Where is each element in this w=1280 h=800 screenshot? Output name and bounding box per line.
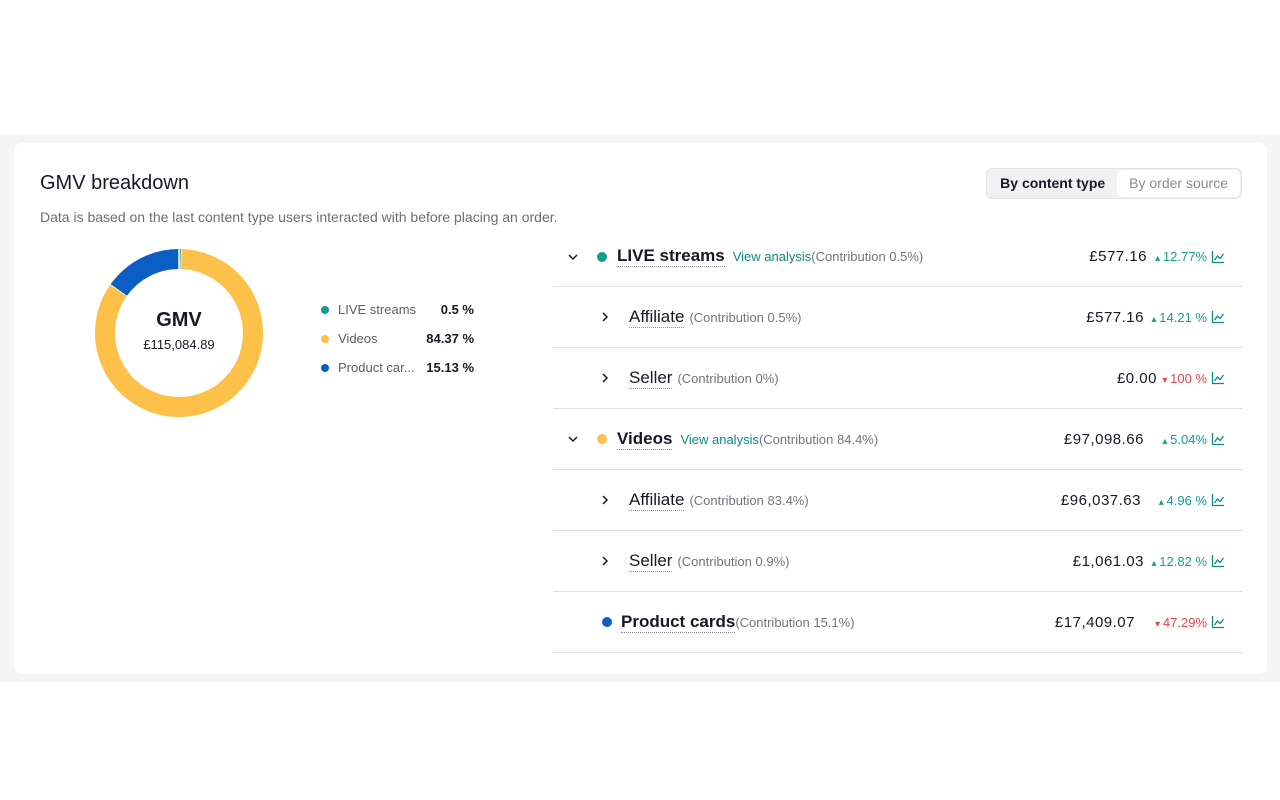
- row-change: ▾ 47.29%: [1155, 614, 1207, 630]
- view-analysis-link[interactable]: View analysis: [680, 432, 759, 447]
- trend-chart-icon[interactable]: [1211, 554, 1225, 568]
- legend-item-product-cards: Product car... 15.13 %: [321, 353, 481, 382]
- legend-label: Videos: [338, 331, 378, 346]
- product-cards-dot: [602, 617, 612, 627]
- row-contribution: (Contribution 83.4%): [689, 492, 809, 508]
- legend-item-videos: Videos 84.37 %: [321, 324, 481, 353]
- product-cards-dot: [321, 363, 329, 372]
- table-row-live-streams: LIVE streams View analysis (Contribution…: [553, 227, 1243, 287]
- legend-value: 15.13 %: [426, 360, 474, 375]
- live-streams-dot: [597, 251, 607, 262]
- gmv-breakdown-card: GMV breakdown Data is based on the last …: [14, 143, 1267, 674]
- row-contribution: (Contribution 0%): [677, 370, 779, 386]
- row-name[interactable]: Seller: [629, 368, 673, 389]
- caret-down-icon: ▾: [1162, 374, 1171, 386]
- chevron-right-icon[interactable]: [597, 553, 613, 569]
- row-amount: £577.16: [1089, 248, 1147, 265]
- chevron-down-icon[interactable]: [565, 431, 581, 447]
- caret-up-icon: ▴: [1158, 496, 1167, 508]
- by-order-source-tab[interactable]: By order source: [1117, 170, 1240, 197]
- legend-item-live-streams: LIVE streams 0.5 %: [321, 295, 481, 324]
- row-change: ▴ 14.21 %: [1151, 309, 1207, 325]
- row-change: ▴ 12.82 %: [1151, 553, 1207, 569]
- breakdown-toggle: By content type By order source: [986, 168, 1242, 199]
- donut-label: GMV: [156, 308, 202, 331]
- legend-value: 84.37 %: [426, 331, 474, 346]
- row-change: ▴ 5.04%: [1162, 431, 1207, 447]
- row-name[interactable]: Product cards: [621, 612, 736, 633]
- by-content-type-tab[interactable]: By content type: [988, 170, 1118, 197]
- row-contribution: (Contribution 0.9%): [677, 553, 790, 569]
- card-subtitle: Data is based on the last content type u…: [40, 209, 558, 225]
- caret-down-icon: ▾: [1155, 618, 1163, 630]
- row-amount: £577.16: [1086, 308, 1144, 326]
- row-change: ▴ 12.77%: [1155, 249, 1207, 264]
- table-row-live-seller: Seller (Contribution 0%) £0.00 ▾ 100 %: [553, 348, 1243, 409]
- row-name[interactable]: Affiliate: [629, 490, 685, 511]
- videos-dot: [321, 334, 329, 343]
- trend-chart-icon[interactable]: [1211, 250, 1225, 264]
- row-name[interactable]: LIVE streams: [617, 246, 725, 267]
- caret-up-icon: ▴: [1162, 435, 1171, 447]
- row-name[interactable]: Videos: [617, 429, 673, 450]
- chevron-right-icon[interactable]: [597, 309, 613, 325]
- legend-label: LIVE streams: [338, 302, 417, 317]
- donut-total-value: £115,084.89: [143, 336, 215, 352]
- row-contribution: (Contribution 84.4%): [758, 431, 879, 447]
- chevron-down-icon[interactable]: [565, 249, 581, 265]
- row-amount: £97,098.66: [1063, 430, 1144, 448]
- row-contribution: (Contribution 0.5%): [689, 309, 802, 325]
- donut-legend: LIVE streams 0.5 % Videos 84.37 % Produc…: [321, 295, 481, 382]
- row-contribution: (Contribution 15.1%): [735, 614, 855, 630]
- row-change: ▾ 100 %: [1162, 370, 1207, 386]
- live-streams-dot: [321, 305, 329, 314]
- trend-chart-icon[interactable]: [1211, 310, 1225, 324]
- table-row-videos: Videos View analysis (Contribution 84.4%…: [553, 409, 1243, 470]
- chevron-right-icon[interactable]: [597, 370, 613, 386]
- gmv-breakdown-table: LIVE streams View analysis (Contribution…: [553, 227, 1243, 653]
- table-row-videos-seller: Seller (Contribution 0.9%) £1,061.03 ▴ 1…: [553, 531, 1243, 592]
- videos-dot: [597, 434, 607, 444]
- row-amount: £96,037.63: [1060, 491, 1141, 509]
- donut-center: GMV £115,084.89: [94, 248, 264, 418]
- legend-label: Product car...: [338, 360, 415, 375]
- view-analysis-link[interactable]: View analysis: [733, 249, 812, 264]
- trend-chart-icon[interactable]: [1211, 493, 1225, 507]
- table-row-product-cards: Product cards (Contribution 15.1%) £17,4…: [553, 592, 1243, 653]
- table-row-videos-affiliate: Affiliate (Contribution 83.4%) £96,037.6…: [553, 470, 1243, 531]
- legend-value: 0.5 %: [440, 302, 474, 317]
- trend-chart-icon[interactable]: [1211, 615, 1225, 629]
- row-amount: £1,061.03: [1072, 552, 1144, 570]
- row-contribution: (Contribution 0.5%): [811, 249, 924, 264]
- table-row-live-affiliate: Affiliate (Contribution 0.5%) £577.16 ▴ …: [553, 287, 1243, 348]
- caret-up-icon: ▴: [1155, 253, 1163, 264]
- row-change: ▴ 4.96 %: [1158, 492, 1207, 508]
- row-name[interactable]: Seller: [629, 551, 673, 572]
- chevron-right-icon[interactable]: [597, 492, 613, 508]
- row-name[interactable]: Affiliate: [629, 307, 685, 328]
- card-title: GMV breakdown: [40, 172, 189, 194]
- trend-chart-icon[interactable]: [1211, 432, 1225, 446]
- row-amount: £17,409.07: [1054, 613, 1135, 631]
- row-amount: £0.00: [1116, 369, 1157, 387]
- trend-chart-icon[interactable]: [1211, 371, 1225, 385]
